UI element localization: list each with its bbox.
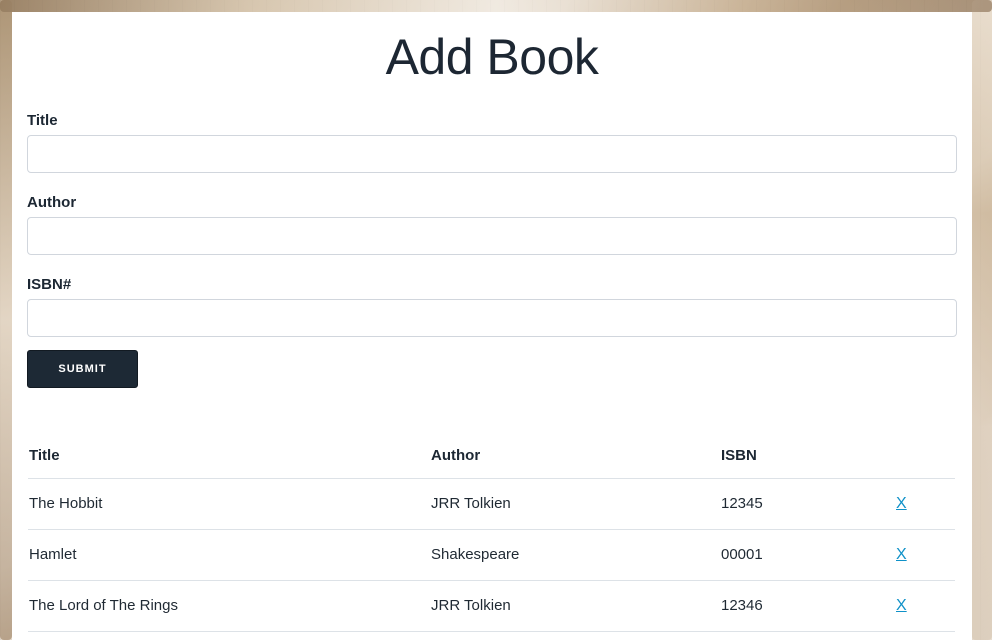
title-column-header: Title <box>28 433 430 479</box>
isbn-column-header: ISBN <box>720 433 895 479</box>
book-author-cell: JRR Tolkien <box>430 478 720 530</box>
book-author-cell: Shakespeare <box>430 529 720 581</box>
delete-cell: X <box>895 478 955 530</box>
book-title-cell: Hamlet <box>28 529 430 581</box>
table-row: The Lord of The Rings JRR Tolkien 12346 … <box>28 580 955 632</box>
background-book-image-right <box>972 0 992 640</box>
table-row: The Hobbit JRR Tolkien 12345 X <box>28 478 955 530</box>
book-title-cell: The Lord of The Rings <box>28 580 430 632</box>
books-table-body: The Hobbit JRR Tolkien 12345 X Hamlet Sh… <box>28 478 955 632</box>
isbn-input[interactable] <box>27 299 957 337</box>
book-isbn-cell: 12345 <box>720 478 895 530</box>
book-author-cell: JRR Tolkien <box>430 580 720 632</box>
add-book-form: Title Author ISBN# Submit <box>27 104 957 388</box>
background-book-image-top <box>0 0 992 12</box>
isbn-label: ISBN# <box>27 276 72 293</box>
delete-book-link[interactable]: X <box>896 546 907 563</box>
background-book-image-left <box>0 0 12 640</box>
title-input[interactable] <box>27 135 957 173</box>
book-isbn-cell: 00001 <box>720 529 895 581</box>
page-title: Add Book <box>385 29 599 85</box>
author-column-header: Author <box>430 433 720 479</box>
author-label: Author <box>27 194 77 211</box>
add-book-panel: Add Book Title Author ISBN# Submit Title… <box>12 12 972 640</box>
title-label: Title <box>27 112 58 129</box>
submit-button[interactable]: Submit <box>27 350 138 388</box>
delete-cell: X <box>895 529 955 581</box>
books-table-header: Title Author ISBN <box>28 433 955 479</box>
author-field-group: Author <box>27 186 957 268</box>
isbn-field-group: ISBN# <box>27 268 957 350</box>
books-table: Title Author ISBN The Hobbit JRR Tolkien… <box>28 433 955 632</box>
delete-column-header <box>895 433 955 479</box>
delete-book-link[interactable]: X <box>896 597 907 614</box>
author-input[interactable] <box>27 217 957 255</box>
delete-book-link[interactable]: X <box>896 495 907 512</box>
table-row: Hamlet Shakespeare 00001 X <box>28 529 955 581</box>
book-title-cell: The Hobbit <box>28 478 430 530</box>
title-field-group: Title <box>27 104 957 186</box>
delete-cell: X <box>895 580 955 632</box>
book-isbn-cell: 12346 <box>720 580 895 632</box>
table-header-row: Title Author ISBN <box>28 433 955 479</box>
